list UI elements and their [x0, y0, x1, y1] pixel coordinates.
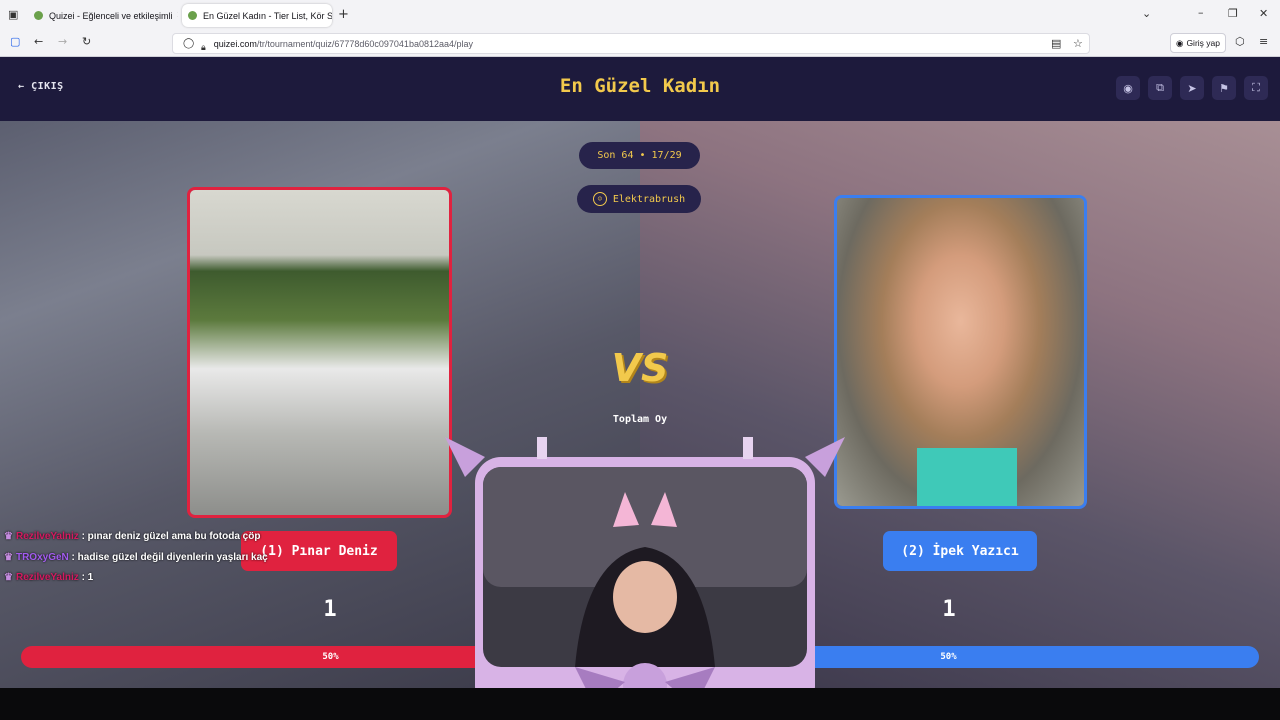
- chat-badge-icon: ♛: [4, 572, 13, 583]
- quiz-header: ← ÇIKIŞ En Güzel Kadın ◉ ⧉ ➤ ⚑ ⛶: [0, 57, 1280, 121]
- chat-username: RezilveYalniz: [15, 572, 79, 583]
- window-close-icon[interactable]: ✕: [1259, 7, 1268, 20]
- chat-badge-icon: ♛: [4, 551, 13, 563]
- minimize-icon[interactable]: –: [1198, 6, 1204, 19]
- chat-text: : hadise güzel değil diyenlerin yaşları …: [71, 551, 268, 563]
- quiz-app: ← ÇIKIŞ En Güzel Kadın ◉ ⧉ ➤ ⚑ ⛶ Son 64 …: [0, 57, 1280, 688]
- chat-badge-icon: ♛: [4, 531, 13, 542]
- shield-icon[interactable]: ◯: [183, 38, 194, 49]
- chat-text: : pınar deniz güzel ama bu fotoda çöp: [81, 531, 261, 542]
- chat-username: TROxyGeN: [15, 551, 69, 563]
- webcam-face: [613, 561, 677, 633]
- maximize-icon[interactable]: ❐: [1228, 7, 1238, 20]
- share-icon[interactable]: ⧉: [1148, 76, 1172, 100]
- chat-message: ♛ TROxyGeN : hadise güzel değil diyenleri…: [4, 548, 268, 569]
- tab-title: En Güzel Kadın - Tier List, Kör S: [203, 10, 332, 21]
- page-title: En Güzel Kadın: [559, 75, 721, 97]
- sidebar-toggle-icon[interactable]: ▢: [10, 35, 20, 48]
- tab-strip: ▣ Quizei - Eğlenceli ve etkileşimli ✕ En…: [0, 0, 1280, 30]
- left-contestant-photo[interactable]: [187, 187, 452, 518]
- creator-avatar-icon: ☺: [592, 192, 607, 206]
- right-contestant-photo[interactable]: [834, 195, 1087, 509]
- signin-button[interactable]: ◉ Giriş yap: [1170, 33, 1226, 53]
- forward-icon[interactable]: →: [58, 35, 67, 48]
- bottom-black-band: [0, 688, 1280, 720]
- creator-badge[interactable]: ☺ Elektrabrush: [577, 185, 701, 213]
- chat-username: RezilveYalniz: [15, 531, 79, 542]
- eye-icon[interactable]: ◉: [1116, 76, 1140, 100]
- left-percent-label: 50%: [322, 652, 339, 662]
- right-percent-label: 50%: [940, 652, 957, 662]
- left-vote-count: 1: [323, 597, 337, 622]
- menu-icon[interactable]: ≡: [1259, 35, 1268, 48]
- account-icon: ◉: [1176, 37, 1184, 48]
- tab-active-quiz[interactable]: En Güzel Kadın - Tier List, Kör S ✕: [182, 4, 332, 27]
- signin-label: Giriş yap: [1186, 38, 1220, 48]
- navigation-bar: ▢ ← → ↻ ◯ 🔒︎ quizei.com/tr/tournament/qu…: [0, 30, 1280, 56]
- photo-detail: [917, 448, 1017, 506]
- tab-quizei-home[interactable]: Quizei - Eğlenceli ve etkileşimli ✕: [28, 4, 178, 27]
- chat-text: : 1: [81, 572, 94, 583]
- reader-view-icon[interactable]: ▤: [1051, 37, 1061, 50]
- creator-name: Elektrabrush: [612, 193, 686, 205]
- round-indicator: Son 64 • 17/29: [579, 142, 700, 169]
- back-icon[interactable]: ←: [34, 35, 43, 48]
- tab-overview-icon[interactable]: ▣: [8, 8, 18, 21]
- url-host: quizei.com: [213, 38, 257, 49]
- chat-message: ♛ RezilveYalniz : pınar deniz güzel ama b…: [4, 527, 268, 548]
- webcam-overlay-frame: [445, 437, 845, 688]
- new-tab-icon[interactable]: +: [338, 7, 349, 22]
- candle-right: [743, 437, 753, 459]
- vs-label: VS: [611, 346, 669, 390]
- versus-emblem: VS: [604, 345, 676, 397]
- url-path: /tr/tournament/quiz/67778d60c097041ba081…: [256, 38, 473, 49]
- extensions-icon[interactable]: ⬡: [1235, 35, 1245, 48]
- reload-icon[interactable]: ↻: [82, 35, 91, 48]
- right-choice-button[interactable]: (2) İpek Yazıcı: [883, 531, 1037, 571]
- address-bar[interactable]: ◯ 🔒︎ quizei.com/tr/tournament/quiz/67778…: [172, 33, 1090, 54]
- photo-pinar-deniz: [190, 190, 449, 515]
- close-tab-icon[interactable]: ✕: [173, 10, 178, 21]
- chat-message: ♛ RezilveYalniz : 1: [4, 568, 268, 589]
- favicon-icon: [34, 11, 43, 20]
- send-icon[interactable]: ➤: [1180, 76, 1204, 100]
- bookmark-star-icon[interactable]: ☆: [1073, 37, 1083, 50]
- fullscreen-icon[interactable]: ⛶: [1244, 76, 1268, 100]
- lock-icon: 🔒︎: [201, 42, 206, 53]
- stream-chat-overlay: ♛ RezilveYalniz : pınar deniz güzel ama b…: [4, 527, 268, 589]
- candle-left: [537, 437, 547, 459]
- flag-icon[interactable]: ⚑: [1212, 76, 1236, 100]
- tab-list-chevron-icon[interactable]: ⌄: [1142, 7, 1151, 20]
- browser-chrome: ▣ Quizei - Eğlenceli ve etkileşimli ✕ En…: [0, 0, 1280, 57]
- right-vote-count: 1: [942, 597, 956, 622]
- tab-title: Quizei - Eğlenceli ve etkileşimli: [49, 10, 173, 21]
- favicon-icon: [188, 11, 197, 20]
